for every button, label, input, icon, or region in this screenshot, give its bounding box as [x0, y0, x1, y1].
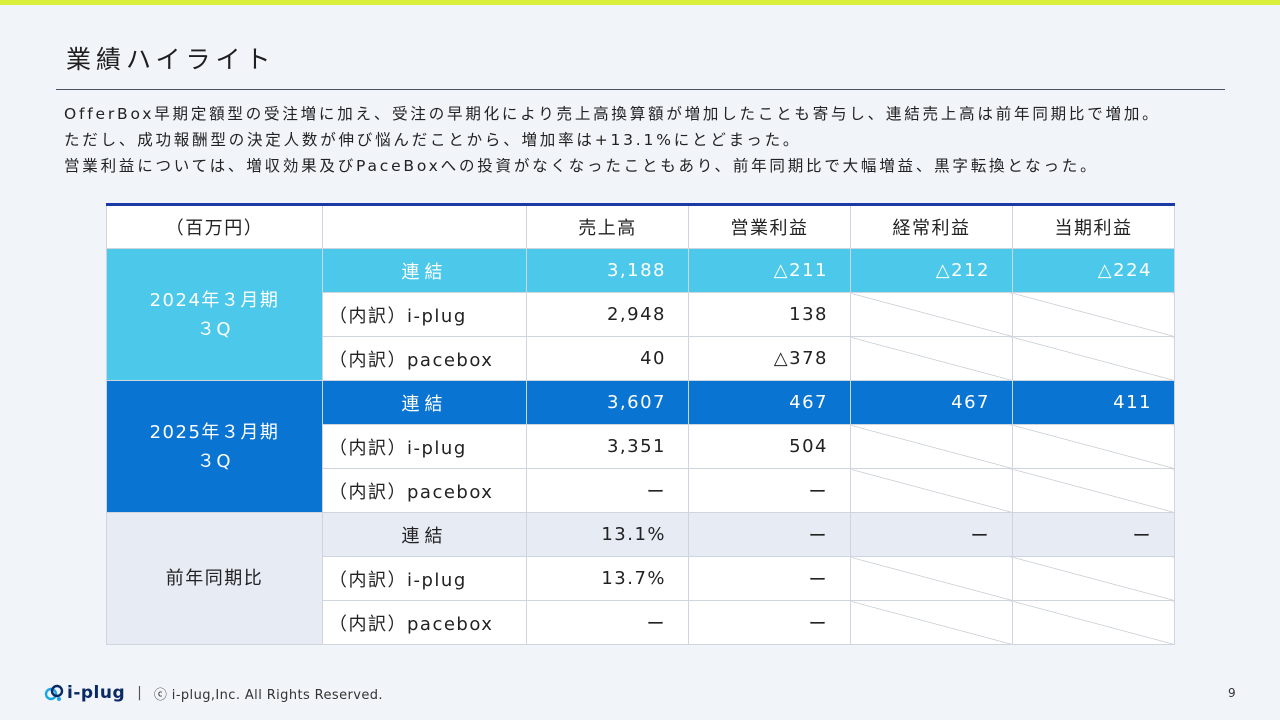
- period-cell-fy2025: 2025年３月期 ３Q: [106, 380, 323, 513]
- net-value: △224: [1012, 248, 1175, 293]
- not-applicable-cell: [1012, 336, 1175, 381]
- net-profit-header: 当期利益: [1012, 204, 1175, 249]
- row-label: （内訳）i-plug: [322, 424, 527, 469]
- period-label: 前年同期比: [165, 568, 264, 589]
- operating-value: 467: [688, 380, 851, 425]
- ordinary-value: ー: [850, 512, 1013, 557]
- sales-value: 2,948: [526, 292, 689, 337]
- sales-value: 3,351: [526, 424, 689, 469]
- logo-text: i-plug: [67, 683, 126, 703]
- operating-value: ー: [688, 600, 851, 645]
- not-applicable-cell: [1012, 556, 1175, 601]
- table-row: 前年同期比 連結 13.1% ー ー ー: [106, 512, 1175, 645]
- row-label: （内訳）i-plug: [322, 292, 527, 337]
- period-label: 2024年３月期: [149, 289, 280, 311]
- blank-header: [322, 204, 527, 249]
- ordinary-value: 467: [850, 380, 1013, 425]
- summary-line: ただし、成功報酬型の決定人数が伸び悩んだことから、増加率は+13.1%にとどまっ…: [64, 131, 802, 149]
- period-quarter: ３Q: [196, 318, 233, 340]
- not-applicable-cell: [850, 468, 1013, 513]
- operating-value: 138: [688, 292, 851, 337]
- summary-line: OfferBox早期定額型の受注増に加え、受注の早期化により売上高換算額が増加し…: [64, 105, 1161, 123]
- not-applicable-cell: [850, 600, 1013, 645]
- page-number: 9: [1228, 686, 1236, 700]
- summary-line: 営業利益については、増収効果及びPaceBoxへの投資がなくなったこともあり、前…: [64, 157, 1099, 175]
- net-value: 411: [1012, 380, 1175, 425]
- sales-value: 13.1%: [526, 512, 689, 557]
- operating-value: △378: [688, 336, 851, 381]
- sales-value: ー: [526, 468, 689, 513]
- footer-separator: |: [137, 685, 142, 701]
- not-applicable-cell: [1012, 468, 1175, 513]
- summary-text: OfferBox早期定額型の受注増に加え、受注の早期化により売上高換算額が増加し…: [64, 101, 1280, 179]
- period-label: 2025年３月期: [149, 421, 280, 443]
- not-applicable-cell: [850, 292, 1013, 337]
- sales-value: 13.7%: [526, 556, 689, 601]
- copyright-text: ⓒ i-plug,Inc. All Rights Reserved.: [153, 687, 383, 703]
- sales-value: 3,188: [526, 248, 689, 293]
- page-title: 業績ハイライト: [66, 45, 276, 74]
- row-label: 連結: [322, 512, 527, 557]
- row-label: （内訳）i-plug: [322, 556, 527, 601]
- company-logo: i-plug: [44, 683, 125, 703]
- ordinary-profit-header: 経常利益: [850, 204, 1013, 249]
- top-accent-bar: [0, 0, 1280, 5]
- sales-value: 40: [526, 336, 689, 381]
- row-label: （内訳）pacebox: [322, 468, 527, 513]
- title-divider: [56, 89, 1225, 90]
- sales-value: ー: [526, 600, 689, 645]
- row-label: 連結: [322, 248, 527, 293]
- period-quarter: ３Q: [196, 450, 233, 472]
- period-cell-fy2024: 2024年３月期 ３Q: [106, 248, 323, 381]
- row-label: （内訳）pacebox: [322, 600, 527, 645]
- operating-value: ー: [688, 512, 851, 557]
- not-applicable-cell: [850, 336, 1013, 381]
- operating-profit-header: 営業利益: [688, 204, 851, 249]
- not-applicable-cell: [1012, 424, 1175, 469]
- not-applicable-cell: [1012, 600, 1175, 645]
- ordinary-value: △212: [850, 248, 1013, 293]
- operating-value: ー: [688, 468, 851, 513]
- sales-value: 3,607: [526, 380, 689, 425]
- i-plug-logo-icon: [44, 684, 64, 701]
- operating-value: ー: [688, 556, 851, 601]
- sales-header: 売上高: [526, 204, 689, 249]
- operating-value: △211: [688, 248, 851, 293]
- period-cell-yoy: 前年同期比: [106, 512, 323, 645]
- operating-value: 504: [688, 424, 851, 469]
- unit-header: （百万円）: [106, 204, 323, 249]
- results-table: （百万円） 売上高 営業利益 経常利益 当期利益 2024年３月期 ３Q 連結 …: [106, 203, 1175, 645]
- not-applicable-cell: [1012, 292, 1175, 337]
- footer: i-plug | ⓒ i-plug,Inc. All Rights Reserv…: [44, 680, 383, 706]
- row-label: （内訳）pacebox: [322, 336, 527, 381]
- table-header-row: （百万円） 売上高 営業利益 経常利益 当期利益: [106, 204, 1175, 249]
- row-label: 連結: [322, 380, 527, 425]
- net-value: ー: [1012, 512, 1175, 557]
- not-applicable-cell: [850, 424, 1013, 469]
- table-row: 2025年３月期 ３Q 連結 3,607 467 467 411: [106, 380, 1175, 513]
- table-row: 2024年３月期 ３Q 連結 3,188 △211 △212 △224: [106, 248, 1175, 381]
- not-applicable-cell: [850, 556, 1013, 601]
